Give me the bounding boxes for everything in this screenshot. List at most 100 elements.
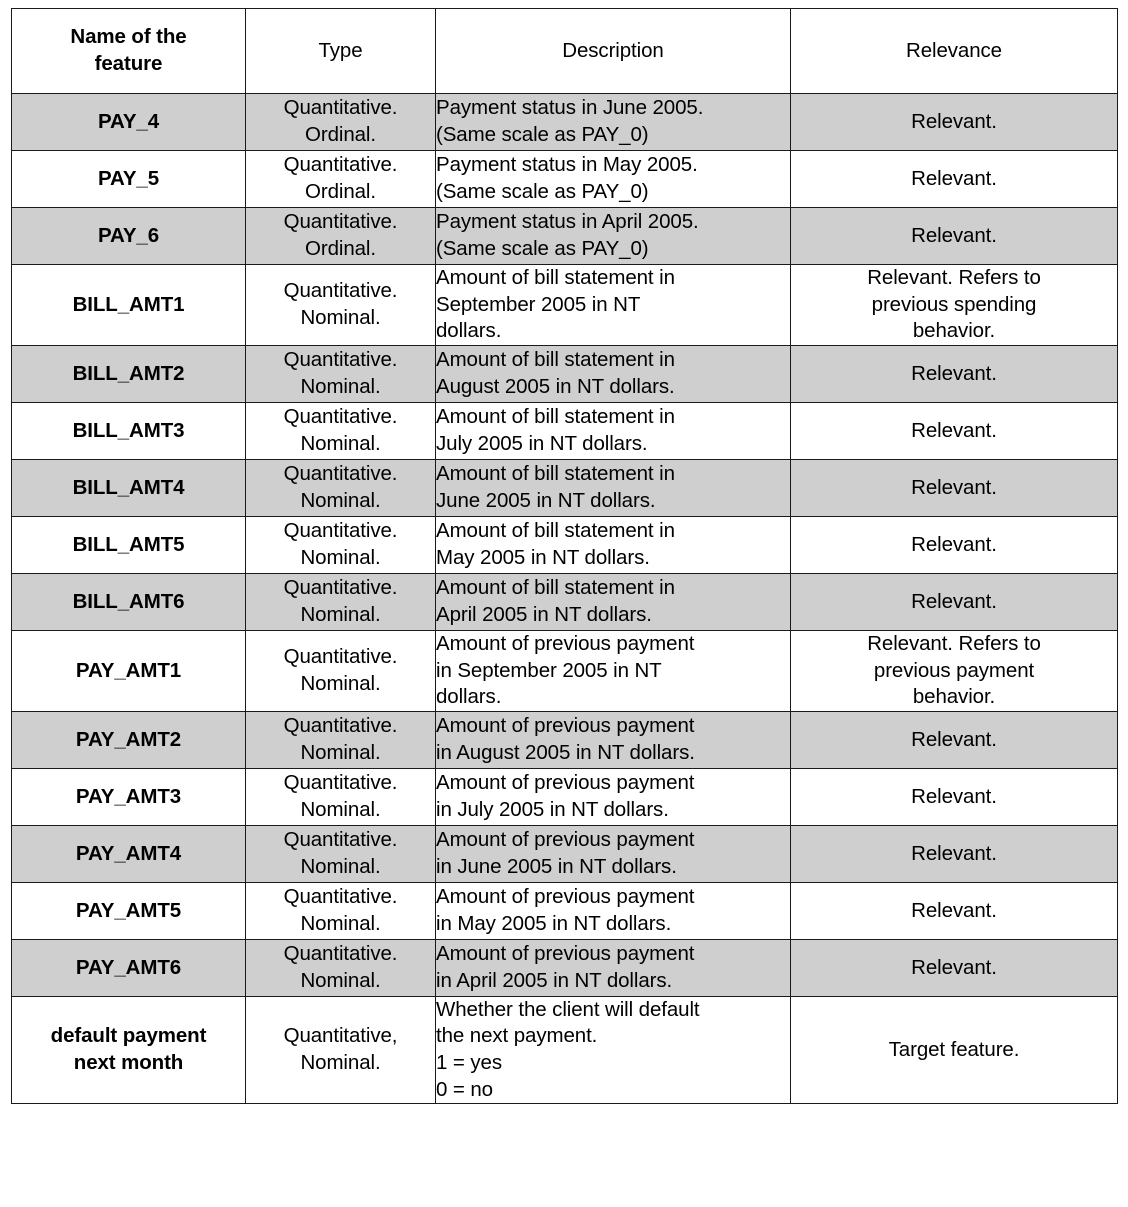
feature-description-cell: Payment status in May 2005. (Same scale …	[435, 150, 791, 208]
feature-relevance-cell: Relevant.	[790, 767, 1118, 826]
feature-type-cell: Quantitative. Nominal.	[245, 881, 436, 940]
feature-name-cell-text: PAY_5	[97, 166, 160, 190]
feature-description-cell: Amount of previous payment in September …	[435, 629, 791, 712]
feature-type-cell-text: Quantitative. Nominal.	[283, 405, 398, 455]
feature-name-cell-text: BILL_AMT4	[72, 475, 185, 499]
column-header-relevance-label: Relevance	[906, 38, 1002, 62]
feature-name-cell-text: BILL_AMT1	[72, 292, 185, 316]
table-row: BILL_AMT6 Quantitative. Nominal. Amount of…	[11, 572, 1118, 631]
feature-type-cell-text: Quantitative, Nominal.	[283, 1024, 398, 1075]
feature-name-cell-text: PAY_AMT3	[75, 784, 182, 808]
feature-relevance-cell-text: Relevant.	[911, 361, 997, 385]
feature-description-cell: Payment status in April 2005. (Same scal…	[435, 207, 791, 265]
feature-relevance-cell-text: Relevant. Refers to previous spending be…	[867, 266, 1041, 343]
feature-relevance-cell: Relevant.	[790, 93, 1118, 151]
feature-description-table-container: Name of the feature Type Description Rel…	[11, 8, 1118, 1105]
feature-relevance-cell-text: Target feature.	[888, 1037, 1020, 1061]
feature-type-cell: Quantitative. Nominal.	[245, 767, 436, 826]
table-row: default payment next month Quantitative, …	[11, 995, 1118, 1105]
feature-description-cell-text: Amount of bill statement in August 2005 …	[436, 348, 675, 398]
feature-type-cell-text: Quantitative. Ordinal.	[283, 153, 398, 203]
feature-type-cell: Quantitative. Nominal.	[245, 629, 436, 712]
table-row: PAY_AMT4 Quantitative. Nominal. Amount of …	[11, 824, 1118, 883]
feature-type-cell: Quantitative. Nominal.	[245, 458, 436, 517]
feature-name-cell-text: default payment next month	[50, 1024, 207, 1075]
feature-name-cell: BILL_AMT3	[11, 401, 246, 460]
feature-description-cell-text: Amount of bill statement in June 2005 in…	[436, 462, 675, 512]
table-row: PAY_AMT3 Quantitative. Nominal. Amount of …	[11, 767, 1118, 826]
feature-description-cell: Amount of previous payment in May 2005 i…	[435, 881, 791, 940]
feature-type-cell-text: Quantitative. Nominal.	[283, 519, 398, 569]
feature-description-cell: Amount of bill statement in September 20…	[435, 264, 791, 346]
feature-description-cell-text: Payment status in May 2005. (Same scale …	[436, 153, 698, 203]
feature-description-cell-text: Payment status in April 2005. (Same scal…	[436, 210, 699, 260]
feature-description-cell-text: Amount of bill statement in April 2005 i…	[436, 576, 675, 626]
feature-type-cell: Quantitative. Nominal.	[245, 938, 436, 997]
feature-name-cell-text: PAY_AMT6	[75, 955, 182, 979]
feature-type-cell-text: Quantitative. Ordinal.	[283, 96, 398, 146]
feature-name-cell-text: BILL_AMT6	[72, 589, 185, 613]
feature-relevance-cell-text: Relevant.	[911, 589, 997, 613]
feature-type-cell: Quantitative, Nominal.	[245, 995, 436, 1105]
column-header-relevance: Relevance	[790, 8, 1118, 94]
feature-name-cell: PAY_AMT2	[11, 710, 246, 769]
feature-description-cell-text: Payment status in June 2005. (Same scale…	[436, 96, 704, 146]
feature-description-cell: Whether the client will default the next…	[435, 995, 791, 1105]
feature-type-cell: Quantitative. Ordinal.	[245, 93, 436, 151]
table-row: BILL_AMT4 Quantitative. Nominal. Amount of…	[11, 458, 1118, 517]
feature-relevance-cell-text: Relevant.	[911, 841, 997, 865]
table-row: BILL_AMT1 Quantitative. Nominal. Amount of…	[11, 264, 1118, 346]
feature-description-cell: Amount of previous payment in April 2005…	[435, 938, 791, 997]
feature-description-cell: Amount of bill statement in April 2005 i…	[435, 572, 791, 631]
feature-type-cell: Quantitative. Nominal.	[245, 401, 436, 460]
column-header-type: Type	[245, 8, 436, 94]
feature-name-cell-text: BILL_AMT3	[72, 418, 185, 442]
feature-relevance-cell-text: Relevant.	[911, 784, 997, 808]
feature-description-cell-text: Amount of bill statement in July 2005 in…	[436, 405, 675, 455]
feature-relevance-cell: Target feature.	[790, 995, 1118, 1105]
feature-type-cell-text: Quantitative. Nominal.	[283, 645, 398, 695]
table-row: PAY_4 Quantitative. Ordinal. Payment statu…	[11, 93, 1118, 151]
feature-relevance-cell-text: Relevant.	[911, 223, 997, 247]
feature-type-cell-text: Quantitative. Nominal.	[283, 714, 398, 764]
table-row: PAY_AMT5 Quantitative. Nominal. Amount of …	[11, 881, 1118, 940]
feature-type-cell-text: Quantitative. Nominal.	[283, 885, 398, 935]
feature-description-cell: Payment status in June 2005. (Same scale…	[435, 93, 791, 151]
feature-name-cell: PAY_AMT5	[11, 881, 246, 940]
feature-relevance-cell: Relevant. Refers to previous payment beh…	[790, 629, 1118, 712]
feature-description-cell: Amount of previous payment in August 200…	[435, 710, 791, 769]
table-row: BILL_AMT5 Quantitative. Nominal. Amount of…	[11, 515, 1118, 574]
feature-name-cell: PAY_AMT4	[11, 824, 246, 883]
feature-type-cell-text: Quantitative. Nominal.	[283, 771, 398, 821]
column-header-type-label: Type	[318, 38, 363, 62]
feature-name-cell: BILL_AMT1	[11, 264, 246, 346]
table-row: PAY_AMT6 Quantitative. Nominal. Amount of …	[11, 938, 1118, 997]
feature-type-cell: Quantitative. Nominal.	[245, 710, 436, 769]
feature-name-cell: BILL_AMT4	[11, 458, 246, 517]
feature-name-cell-text: PAY_AMT1	[75, 658, 182, 682]
feature-relevance-cell-text: Relevant. Refers to previous payment beh…	[867, 631, 1041, 709]
feature-relevance-cell: Relevant.	[790, 150, 1118, 208]
table-row: PAY_5 Quantitative. Ordinal. Payment statu…	[11, 150, 1118, 208]
feature-type-cell-text: Quantitative. Nominal.	[283, 942, 398, 992]
feature-relevance-cell: Relevant.	[790, 344, 1118, 403]
feature-type-cell: Quantitative. Nominal.	[245, 515, 436, 574]
feature-name-cell-text: PAY_AMT5	[75, 898, 182, 922]
feature-type-cell-text: Quantitative. Nominal.	[283, 462, 398, 512]
feature-name-cell-text: BILL_AMT5	[72, 532, 185, 556]
feature-relevance-cell-text: Relevant.	[911, 898, 997, 922]
feature-description-cell-text: Amount of bill statement in May 2005 in …	[436, 519, 675, 569]
feature-relevance-cell-text: Relevant.	[911, 109, 997, 133]
table-row: BILL_AMT2 Quantitative. Nominal. Amount of…	[11, 344, 1118, 403]
feature-description-cell: Amount of previous payment in July 2005 …	[435, 767, 791, 826]
feature-description-cell-text: Amount of previous payment in April 2005…	[436, 942, 695, 992]
feature-description-cell: Amount of bill statement in July 2005 in…	[435, 401, 791, 460]
feature-type-cell-text: Quantitative. Ordinal.	[283, 210, 398, 260]
feature-description-cell-text: Amount of previous payment in May 2005 i…	[436, 885, 695, 935]
feature-name-cell-text: PAY_AMT2	[75, 727, 182, 751]
feature-type-cell: Quantitative. Nominal.	[245, 824, 436, 883]
feature-name-cell-text: PAY_6	[97, 223, 160, 247]
feature-name-cell-text: PAY_AMT4	[75, 841, 182, 865]
feature-type-cell-text: Quantitative. Nominal.	[283, 348, 398, 398]
feature-description-cell-text: Amount of previous payment in July 2005 …	[436, 771, 695, 821]
